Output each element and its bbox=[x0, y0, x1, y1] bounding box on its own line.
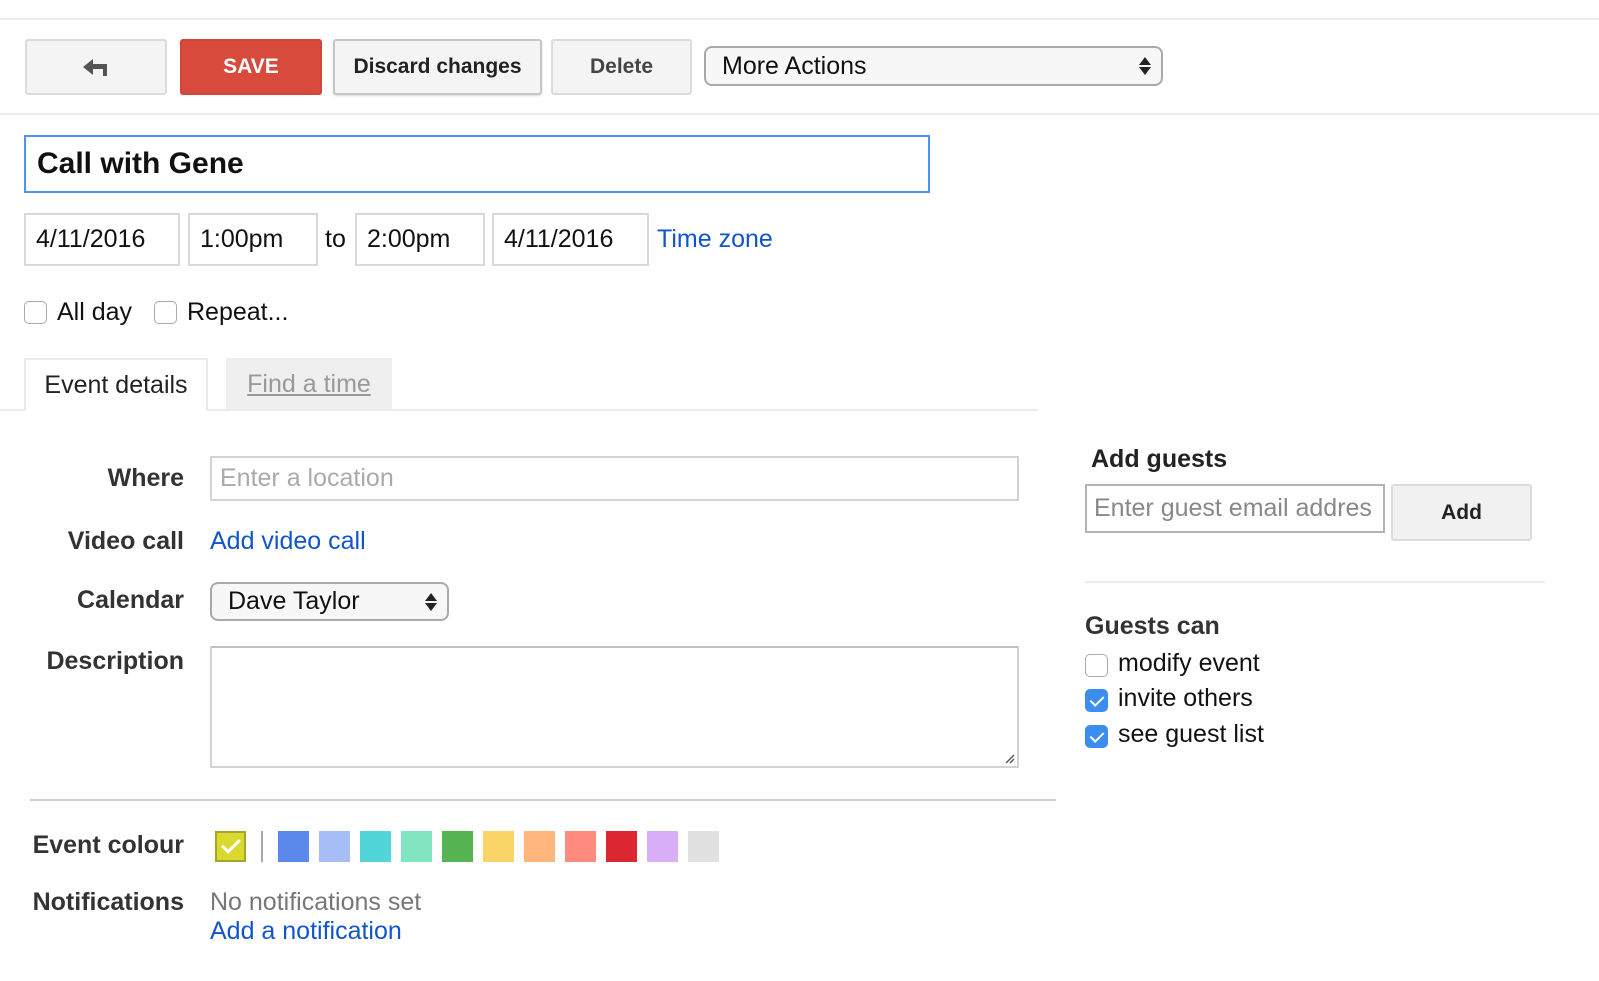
repeat-label: Repeat... bbox=[187, 298, 289, 326]
description-label: Description bbox=[46, 647, 184, 675]
top-divider bbox=[0, 18, 1599, 20]
back-button[interactable] bbox=[25, 39, 167, 95]
where-input[interactable]: Enter a location bbox=[210, 456, 1019, 501]
more-actions-value: More Actions bbox=[722, 51, 867, 80]
guests-can-heading: Guests can bbox=[1085, 612, 1220, 640]
see-guest-list-label: see guest list bbox=[1118, 720, 1264, 748]
discard-changes-button[interactable]: Discard changes bbox=[333, 39, 542, 95]
invite-others-label: invite others bbox=[1118, 684, 1253, 712]
select-arrows-icon bbox=[1139, 57, 1151, 75]
colour-swatch-selected[interactable] bbox=[215, 831, 246, 862]
guest-email-input[interactable]: Enter guest email addres bbox=[1085, 484, 1385, 533]
see-guest-list-checkbox[interactable] bbox=[1085, 725, 1108, 748]
add-guest-button[interactable]: Add bbox=[1391, 484, 1532, 541]
colour-swatch[interactable] bbox=[524, 831, 555, 862]
all-day-label: All day bbox=[57, 298, 133, 326]
toolbar-divider bbox=[0, 113, 1599, 115]
invite-others-checkbox[interactable] bbox=[1085, 689, 1108, 712]
more-actions-select[interactable]: More Actions bbox=[704, 46, 1163, 86]
colour-swatch[interactable] bbox=[319, 831, 350, 862]
event-colour-label: Event colour bbox=[32, 831, 184, 859]
delete-button[interactable]: Delete bbox=[551, 39, 692, 95]
notifications-label: Notifications bbox=[32, 888, 184, 916]
resize-handle-icon[interactable] bbox=[1003, 752, 1015, 764]
calendar-select[interactable]: Dave Taylor bbox=[210, 582, 449, 621]
add-video-call-link[interactable]: Add video call bbox=[210, 527, 366, 556]
colour-swatch[interactable] bbox=[442, 831, 473, 862]
where-label: Where bbox=[107, 464, 184, 492]
colour-swatch[interactable] bbox=[401, 831, 432, 862]
notifications-status: No notifications set bbox=[210, 888, 422, 916]
select-arrows-icon bbox=[425, 592, 437, 611]
tab-find-a-time[interactable]: Find a time bbox=[226, 358, 392, 411]
to-label: to bbox=[325, 225, 346, 253]
time-zone-link[interactable]: Time zone bbox=[657, 225, 773, 254]
colour-swatch[interactable] bbox=[606, 831, 637, 862]
repeat-checkbox[interactable] bbox=[154, 301, 177, 324]
end-time-input[interactable]: 2:00pm bbox=[355, 213, 485, 266]
end-date-input[interactable]: 4/11/2016 bbox=[492, 213, 649, 266]
colour-swatch[interactable] bbox=[565, 831, 596, 862]
tab-event-details[interactable]: Event details bbox=[24, 358, 208, 411]
modify-event-label: modify event bbox=[1118, 649, 1260, 677]
calendar-label: Calendar bbox=[77, 586, 184, 614]
colour-swatch[interactable] bbox=[278, 831, 309, 862]
save-button[interactable]: SAVE bbox=[180, 39, 322, 95]
colour-separator bbox=[261, 831, 263, 862]
colour-swatch[interactable] bbox=[360, 831, 391, 862]
calendar-value: Dave Taylor bbox=[228, 587, 360, 615]
back-arrow-icon bbox=[83, 59, 107, 76]
add-notification-link[interactable]: Add a notification bbox=[210, 917, 402, 946]
description-textarea[interactable] bbox=[210, 646, 1019, 768]
guests-divider bbox=[1085, 581, 1545, 583]
event-title-input[interactable]: Call with Gene bbox=[24, 135, 930, 193]
details-divider bbox=[30, 799, 1056, 801]
colour-swatch[interactable] bbox=[647, 831, 678, 862]
video-call-label: Video call bbox=[67, 527, 184, 555]
start-time-input[interactable]: 1:00pm bbox=[188, 213, 318, 266]
colour-swatch[interactable] bbox=[483, 831, 514, 862]
start-date-input[interactable]: 4/11/2016 bbox=[24, 213, 180, 266]
all-day-checkbox[interactable] bbox=[24, 301, 47, 324]
modify-event-checkbox[interactable] bbox=[1085, 654, 1108, 677]
add-guests-heading: Add guests bbox=[1091, 445, 1228, 473]
colour-swatch[interactable] bbox=[688, 831, 719, 862]
